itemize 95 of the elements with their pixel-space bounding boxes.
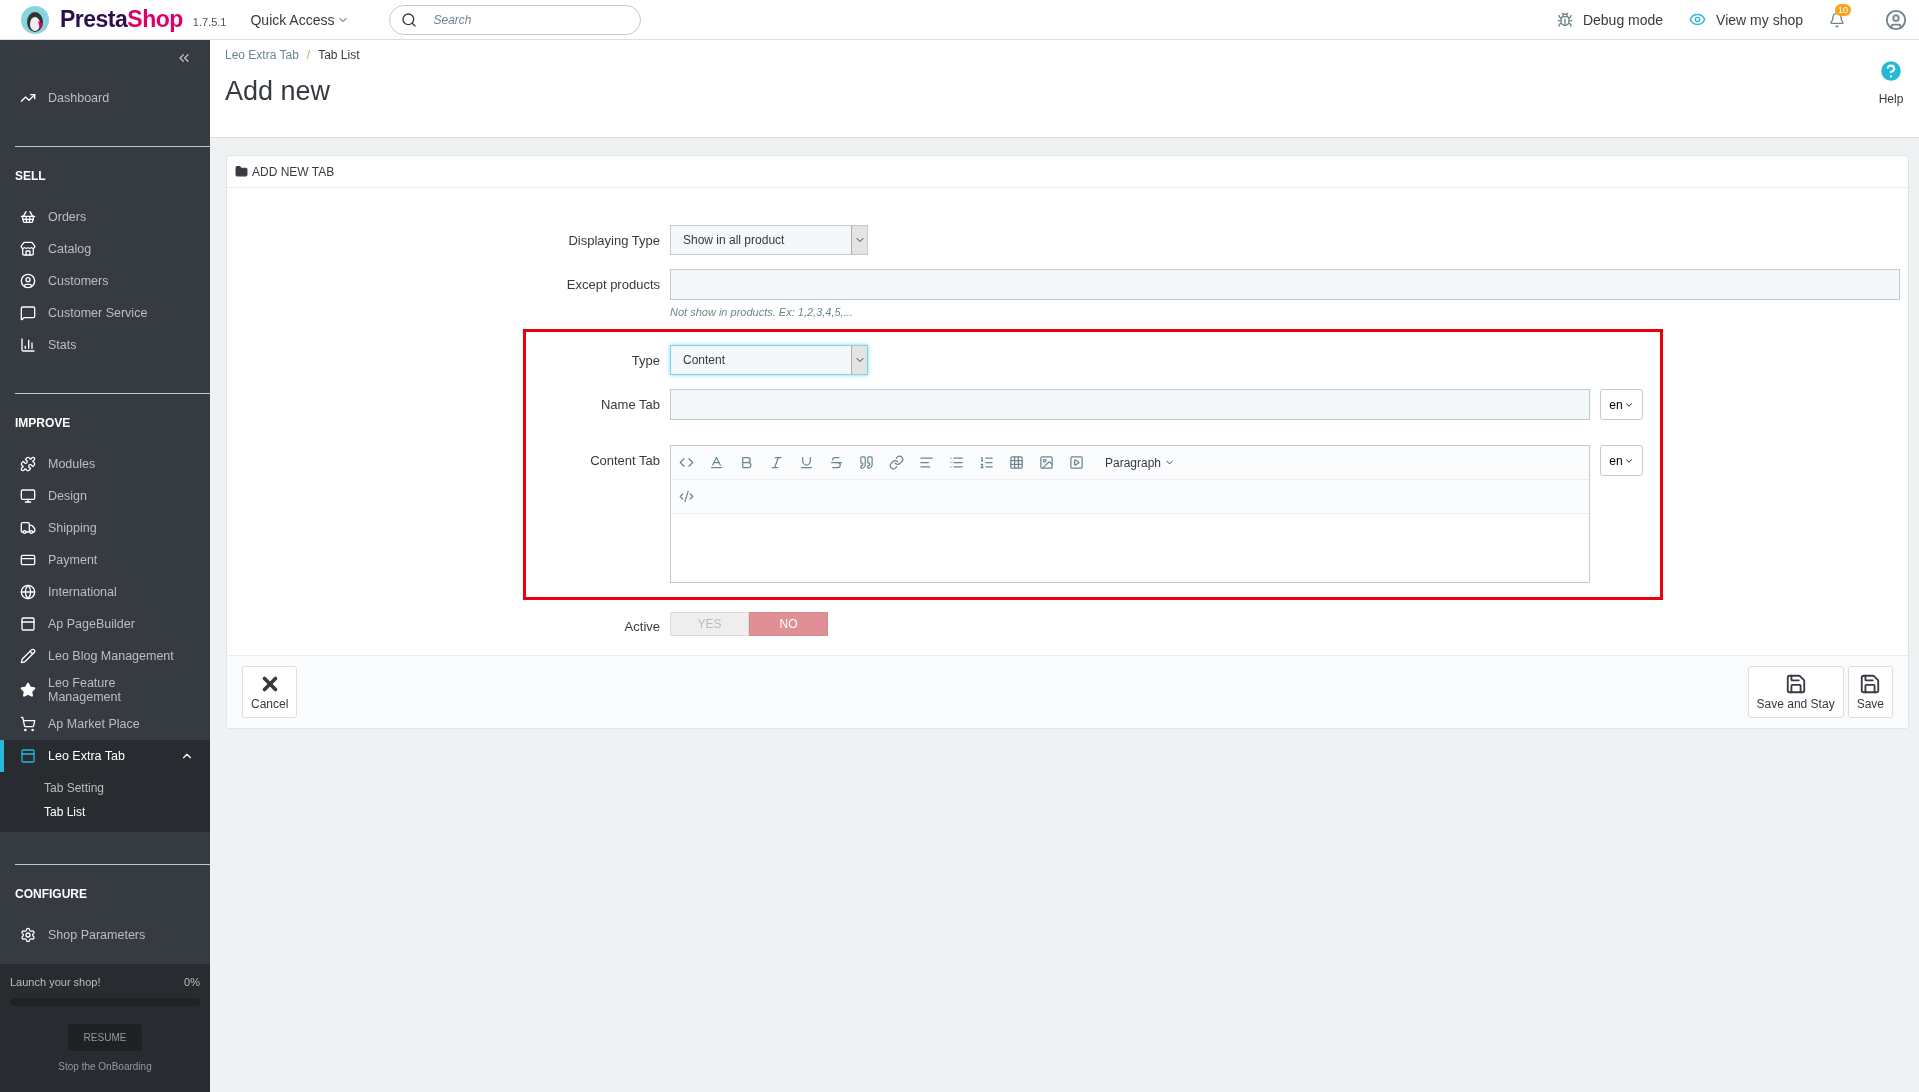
chat-icon — [20, 305, 36, 321]
panel-title: ADD NEW TAB — [252, 164, 335, 179]
sidebar-item[interactable]: Ap PageBuilder — [0, 608, 210, 640]
sidebar-item[interactable]: Shipping — [0, 512, 210, 544]
store-icon — [20, 241, 36, 257]
align-icon[interactable] — [919, 455, 934, 470]
save-button[interactable]: Save — [1847, 666, 1893, 718]
view-shop-link[interactable]: View my shop — [1689, 11, 1803, 28]
gear-icon — [20, 927, 36, 943]
rich-text-editor[interactable]: Paragraph — [670, 445, 1590, 583]
truck-icon — [20, 520, 36, 536]
field-label: Active — [623, 618, 660, 634]
floppy-icon — [1859, 673, 1882, 695]
version-text: 1.7.5.1 — [192, 15, 227, 28]
sidebar-item[interactable]: Leo Blog Management — [0, 640, 210, 672]
text-field[interactable] — [670, 389, 1590, 420]
monitor-icon — [20, 488, 36, 504]
breadcrumb-separator: / — [306, 48, 311, 62]
pencil-icon — [20, 648, 36, 664]
language-button[interactable]: en — [1600, 389, 1643, 420]
bold-icon[interactable] — [739, 455, 754, 470]
search-icon — [400, 11, 417, 28]
underline-icon[interactable] — [799, 455, 814, 470]
select-field[interactable]: Content — [670, 345, 868, 375]
eye-icon — [1689, 11, 1707, 28]
language-button[interactable]: en — [1600, 445, 1643, 476]
help-icon — [1878, 58, 1904, 84]
bell-icon[interactable] — [1829, 11, 1845, 28]
table-icon[interactable] — [1009, 455, 1024, 470]
search-field[interactable]: Search — [388, 4, 641, 35]
sidebar-item[interactable]: Shop Parameters — [0, 919, 210, 951]
field-label: Except products — [565, 276, 660, 292]
bug-icon — [1556, 11, 1573, 28]
sidebar-item[interactable]: Payment — [0, 544, 210, 576]
field-label: Type — [630, 352, 660, 368]
sidebar-item[interactable]: Stats — [0, 329, 210, 361]
window-icon — [20, 748, 36, 764]
chart-icon — [20, 337, 36, 353]
text-field[interactable] — [670, 269, 1900, 300]
page-title: Add new — [225, 76, 332, 107]
cart-icon — [20, 716, 36, 732]
star-icon — [20, 682, 36, 698]
submenu-item[interactable]: Tab List — [0, 800, 210, 824]
sidebar-item[interactable]: Customers — [0, 265, 210, 297]
sidebar-item[interactable]: Customer Service — [0, 297, 210, 329]
sidebar-item[interactable]: Catalog — [0, 233, 210, 265]
sidebar-item[interactable]: International — [0, 576, 210, 608]
code-icon[interactable] — [679, 455, 694, 470]
cancel-button[interactable]: Cancel — [242, 666, 298, 718]
notification-badge: 10 — [1835, 3, 1851, 16]
strikethrough-icon[interactable] — [829, 455, 844, 470]
sidebar-item[interactable]: Leo Extra Tab — [0, 740, 210, 772]
help-text: Not show in products. Ex: 1,2,3,4,5,... — [670, 306, 854, 318]
logo-icon — [20, 4, 50, 35]
breadcrumb-link[interactable]: Tab List — [318, 48, 360, 62]
text-color-icon[interactable] — [709, 455, 724, 470]
brand-logo-text: PrestaShop — [60, 6, 183, 33]
sidebar-item[interactable]: Design — [0, 480, 210, 512]
debug-mode-link[interactable]: Debug mode — [1556, 11, 1664, 28]
field-label: Name Tab — [600, 396, 660, 412]
italic-icon[interactable] — [769, 455, 784, 470]
user-icon[interactable] — [1885, 8, 1907, 31]
link-icon[interactable] — [889, 455, 904, 470]
onboarding-title: Launch your shop! — [10, 976, 101, 988]
help-button[interactable]: Help — [1878, 48, 1904, 129]
breadcrumb-link[interactable]: Leo Extra Tab — [225, 48, 299, 62]
sidebar-item[interactable]: Dashboard — [0, 82, 210, 114]
quick-access-menu[interactable]: Quick Access — [244, 10, 355, 29]
card-icon — [20, 552, 36, 568]
field-label: Displaying Type — [567, 232, 660, 248]
floppy-icon — [1784, 673, 1807, 695]
format-dropdown[interactable]: Paragraph — [1099, 454, 1182, 471]
globe-icon — [20, 584, 36, 600]
image-icon[interactable] — [1039, 455, 1054, 470]
quote-icon[interactable] — [859, 455, 874, 470]
code-view-icon[interactable] — [679, 489, 694, 504]
sidebar-item[interactable]: Ap Market Place — [0, 708, 210, 740]
save-and-stay-button[interactable]: Save and Stay — [1747, 666, 1844, 718]
submenu-item[interactable]: Tab Setting — [0, 776, 210, 800]
bullet-list-icon[interactable] — [949, 455, 964, 470]
progress-percent: 0% — [184, 976, 200, 988]
select-field[interactable]: Show in all product — [670, 225, 868, 255]
window-icon — [20, 616, 36, 632]
stop-onboarding-link[interactable]: Stop the OnBoarding — [58, 1061, 152, 1072]
video-icon[interactable] — [1069, 455, 1084, 470]
puzzle-icon — [20, 456, 36, 472]
numbered-list-icon[interactable] — [979, 455, 994, 470]
sidebar-item[interactable]: Leo Feature Management — [0, 672, 210, 708]
sidebar-item[interactable]: Modules — [0, 448, 210, 480]
folder-icon — [235, 165, 248, 178]
sidebar-item[interactable]: Orders — [0, 201, 210, 233]
field-label: Content Tab — [589, 452, 660, 468]
user-icon — [20, 273, 36, 289]
basket-icon — [20, 209, 36, 225]
resume-button[interactable]: RESUME — [67, 1024, 143, 1051]
